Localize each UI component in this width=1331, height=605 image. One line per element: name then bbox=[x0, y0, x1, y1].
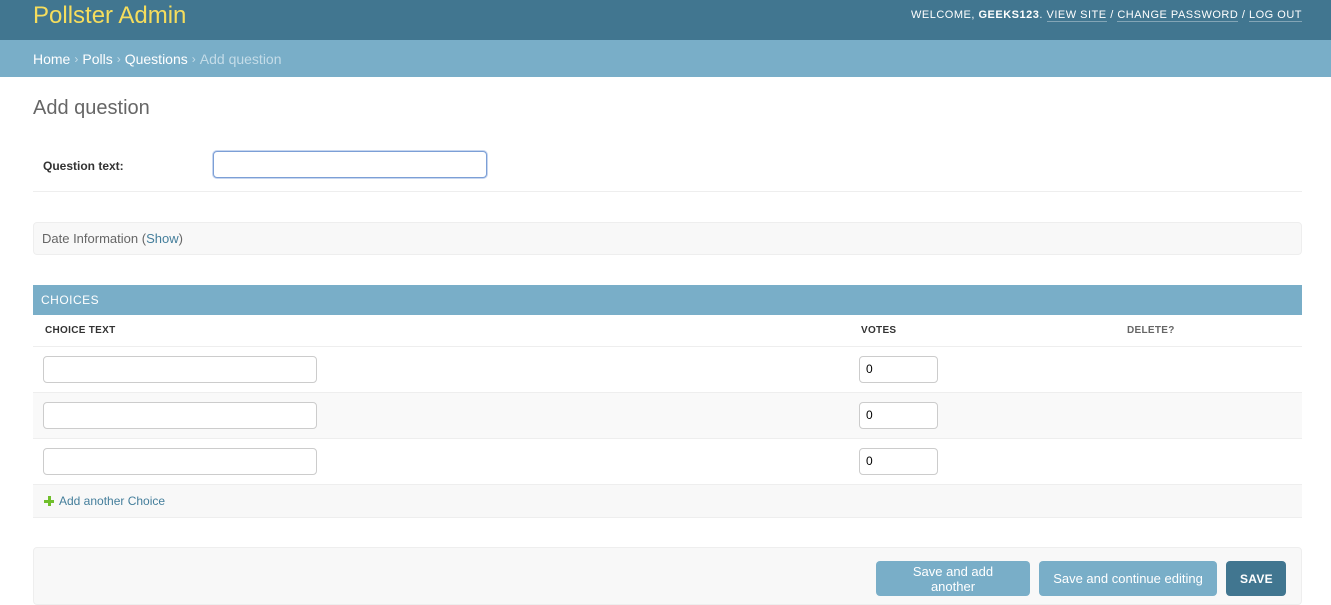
breadcrumb-separator: › bbox=[116, 51, 121, 66]
save-and-continue-button[interactable]: Save and continue editing bbox=[1039, 561, 1217, 596]
choice-text-input[interactable] bbox=[43, 401, 317, 429]
choices-header: CHOICES bbox=[33, 285, 1302, 315]
breadcrumb-separator: › bbox=[191, 51, 196, 66]
date-information-fieldset: Date Information (Show) bbox=[33, 222, 1302, 255]
choice-text-cell bbox=[33, 438, 849, 485]
user-tools: WELCOME, GEEKS123. VIEW SITE / CHANGE PA… bbox=[911, 9, 1302, 22]
breadcrumb-separator: › bbox=[74, 51, 79, 66]
question-text-input[interactable] bbox=[213, 151, 487, 178]
submit-row: Save and add another Save and continue e… bbox=[33, 547, 1302, 605]
plus-icon[interactable] bbox=[44, 495, 54, 506]
save-button[interactable]: SAVE bbox=[1226, 561, 1286, 596]
date-information-title: Date Information bbox=[42, 231, 139, 246]
breadcrumb-polls[interactable]: Polls bbox=[82, 51, 112, 67]
log-out-link[interactable]: LOG OUT bbox=[1248, 9, 1302, 22]
column-header-choice-text: CHOICE TEXT bbox=[33, 315, 849, 347]
change-password-link[interactable]: CHANGE PASSWORD bbox=[1117, 9, 1239, 22]
add-row: Add another Choice bbox=[33, 484, 1302, 518]
breadcrumb-questions[interactable]: Questions bbox=[125, 51, 188, 67]
votes-input[interactable] bbox=[859, 401, 938, 429]
table-row bbox=[33, 438, 1302, 485]
delete-cell bbox=[1116, 392, 1302, 439]
votes-input[interactable] bbox=[859, 447, 938, 475]
delete-cell bbox=[1116, 346, 1302, 393]
votes-cell bbox=[849, 438, 1116, 485]
question-text-row: Question text: bbox=[33, 140, 1302, 192]
save-and-add-another-button[interactable]: Save and add another bbox=[876, 561, 1030, 596]
choice-text-input[interactable] bbox=[43, 355, 317, 383]
table-row bbox=[33, 392, 1302, 439]
votes-cell bbox=[849, 346, 1116, 393]
column-header-delete: DELETE? bbox=[1116, 315, 1302, 347]
add-another-choice-link[interactable]: Add another Choice bbox=[59, 494, 165, 508]
tools-separator: / bbox=[1110, 9, 1114, 21]
welcome-text: WELCOME, bbox=[911, 9, 975, 21]
votes-cell bbox=[849, 392, 1116, 439]
choices-header-row: CHOICE TEXT VOTES DELETE? bbox=[33, 315, 1302, 347]
paren-close: ) bbox=[178, 231, 183, 246]
choice-text-cell bbox=[33, 346, 849, 393]
page-title: Add question bbox=[33, 97, 150, 119]
view-site-link[interactable]: VIEW SITE bbox=[1046, 9, 1107, 22]
votes-input[interactable] bbox=[859, 355, 938, 383]
breadcrumb-home[interactable]: Home bbox=[33, 51, 70, 67]
delete-cell bbox=[1116, 438, 1302, 485]
site-header: Pollster Admin WELCOME, GEEKS123. VIEW S… bbox=[0, 0, 1331, 40]
tools-separator: / bbox=[1241, 9, 1246, 21]
breadcrumb: Home › Polls › Questions › Add question bbox=[0, 40, 1331, 77]
table-row bbox=[33, 346, 1302, 393]
choice-text-input[interactable] bbox=[43, 447, 317, 475]
breadcrumb-current: Add question bbox=[199, 50, 282, 67]
column-header-votes: VOTES bbox=[849, 315, 1116, 347]
show-date-link[interactable]: Show bbox=[146, 231, 179, 246]
choice-text-cell bbox=[33, 392, 849, 439]
choices-inline-group: CHOICES CHOICE TEXT VOTES DELETE? 0 0 0 … bbox=[33, 285, 1302, 518]
choices-table: CHOICE TEXT VOTES DELETE? bbox=[33, 315, 1302, 485]
question-text-label: Question text: bbox=[43, 159, 124, 173]
username: GEEKS123 bbox=[978, 9, 1040, 21]
site-brand[interactable]: Pollster Admin bbox=[33, 2, 186, 30]
username-suffix: . bbox=[1039, 9, 1043, 21]
